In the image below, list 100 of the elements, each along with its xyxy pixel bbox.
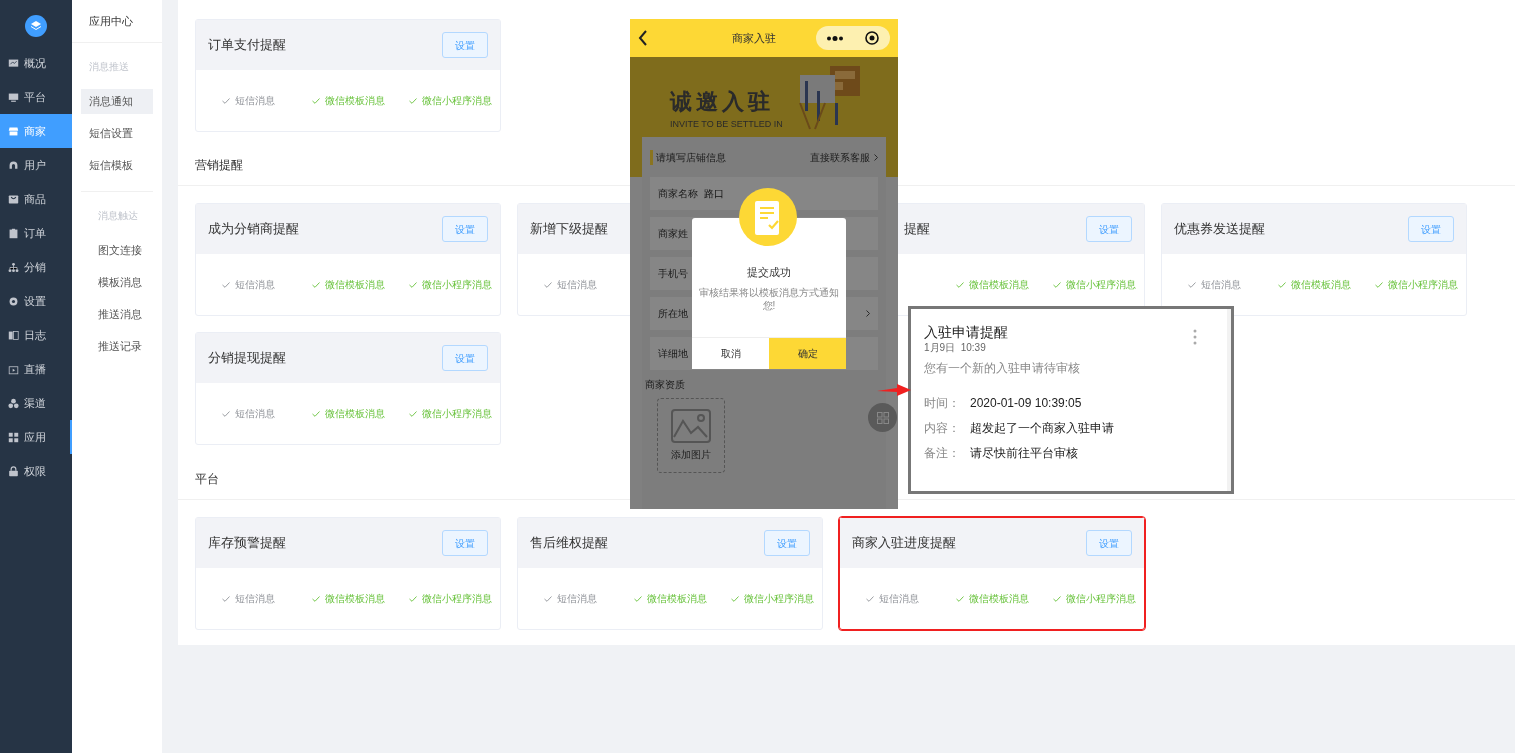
lock-icon bbox=[8, 465, 19, 477]
sidebar-item[interactable]: 平台 bbox=[0, 80, 72, 114]
check-icon bbox=[731, 595, 739, 602]
settings-icon bbox=[8, 295, 19, 307]
sidebar-item[interactable]: 商品 bbox=[0, 182, 72, 216]
channel-label: 微信模板消息 bbox=[956, 277, 1053, 292]
field-label: 所在地 bbox=[658, 307, 688, 321]
check-icon bbox=[312, 595, 320, 602]
sidebar-item[interactable]: 分销 bbox=[0, 250, 72, 284]
channel-label: 短信消息 bbox=[222, 277, 312, 292]
check-icon bbox=[1278, 281, 1286, 288]
sidebar-item[interactable]: 概况 bbox=[0, 46, 72, 80]
card-title: 分销提现提醒 bbox=[208, 349, 286, 368]
check-icon bbox=[222, 281, 230, 288]
card-title: 成为分销商提醒 bbox=[208, 220, 299, 239]
channel-label: 短信消息 bbox=[222, 93, 312, 108]
check-icon bbox=[956, 595, 964, 602]
submenu-item[interactable]: 推送消息 bbox=[90, 302, 144, 327]
channel-label: 微信模板消息 bbox=[634, 591, 731, 606]
banner-title: 诚邀入驻 bbox=[670, 88, 775, 116]
check-icon bbox=[312, 281, 320, 288]
contact-link[interactable]: 直接联系客服 bbox=[810, 149, 878, 165]
sidebar-item[interactable]: 用户 bbox=[0, 148, 72, 182]
channel-label: 微信模板消息 bbox=[1278, 277, 1375, 292]
back-icon[interactable] bbox=[638, 30, 648, 46]
channel-label: 微信小程序消息 bbox=[1053, 277, 1144, 292]
video-icon bbox=[8, 363, 19, 375]
sidebar-item[interactable]: 权限 bbox=[0, 454, 72, 488]
check-icon bbox=[222, 595, 230, 602]
field-value: 请尽快前往平台审核 bbox=[970, 445, 1078, 462]
channel-label: 短信消息 bbox=[544, 277, 634, 292]
field-label: 详细地 bbox=[658, 347, 688, 361]
banner-subtitle: INVITE TO BE SETTLED IN bbox=[670, 118, 783, 131]
more-icon[interactable] bbox=[827, 35, 843, 41]
field-label: 时间： bbox=[924, 395, 961, 412]
form-heading: 请填写店铺信息 bbox=[650, 149, 726, 165]
channel-label: 微信模板消息 bbox=[312, 591, 409, 606]
channel-label: 微信模板消息 bbox=[956, 591, 1053, 606]
submenu-item[interactable]: 模板消息 bbox=[90, 270, 144, 295]
submenu-item[interactable]: 图文连接 bbox=[90, 238, 144, 263]
check-icon bbox=[956, 281, 964, 288]
clipboard-icon bbox=[8, 227, 19, 239]
field-value: 超发起了一个商家入驻申请 bbox=[970, 420, 1114, 437]
field-value: 2020-01-09 10:39:05 bbox=[970, 395, 1082, 412]
submenu-item[interactable]: 短信设置 bbox=[81, 121, 153, 146]
chevron-icon bbox=[866, 310, 870, 317]
sidebar-item[interactable]: 渠道 bbox=[0, 386, 72, 420]
check-icon bbox=[1053, 281, 1061, 288]
channel-label: 微信小程序消息 bbox=[409, 406, 500, 421]
card-title: 订单支付提醒 bbox=[208, 36, 286, 55]
confirm-button[interactable]: 确定 bbox=[769, 338, 846, 369]
check-icon bbox=[312, 97, 320, 104]
card-title: 售后维权提醒 bbox=[530, 534, 608, 553]
dialog-title: 提交成功 bbox=[747, 265, 791, 280]
check-icon bbox=[409, 97, 417, 104]
card-title: 新增下级提醒 bbox=[530, 220, 608, 239]
logo-icon bbox=[25, 15, 47, 37]
store-icon bbox=[8, 125, 19, 137]
hierarchy-icon bbox=[8, 261, 19, 273]
section-heading: 平台 bbox=[195, 471, 219, 488]
sidebar-item[interactable]: 直播 bbox=[0, 352, 72, 386]
card-title: 库存预警提醒 bbox=[208, 534, 286, 553]
field-label: 内容： bbox=[924, 420, 961, 437]
channel-label: 微信模板消息 bbox=[312, 277, 409, 292]
capsule-menu[interactable] bbox=[816, 26, 890, 50]
upload-button[interactable]: 添加图片 bbox=[657, 398, 725, 473]
sidebar-item[interactable]: 日志 bbox=[0, 318, 72, 352]
submenu-item[interactable]: 消息通知 bbox=[81, 89, 153, 114]
headset-icon bbox=[8, 159, 19, 171]
notification-summary: 您有一个新的入驻申请待审核 bbox=[924, 360, 1081, 377]
channel-label: 微信模板消息 bbox=[312, 93, 409, 108]
monitor-icon bbox=[8, 91, 19, 103]
field-label: 备注： bbox=[924, 445, 961, 462]
card-title: 商家入驻进度提醒 bbox=[852, 534, 956, 553]
check-icon bbox=[1053, 595, 1061, 602]
check-icon bbox=[634, 595, 642, 602]
channel-label: 微信模板消息 bbox=[312, 406, 409, 421]
notification-title: 入驻申请提醒 bbox=[924, 323, 1008, 341]
sidebar-item[interactable]: 设置 bbox=[0, 284, 72, 318]
submenu-item[interactable]: 短信模板 bbox=[81, 153, 153, 178]
field-label: 手机号 bbox=[658, 267, 688, 281]
arrow-icon bbox=[877, 383, 911, 397]
sidebar-item[interactable]: 订单 bbox=[0, 216, 72, 250]
grid-icon bbox=[8, 431, 19, 443]
circles-icon bbox=[8, 397, 19, 409]
field-value: 路口 bbox=[704, 187, 724, 201]
channel-label: 微信小程序消息 bbox=[409, 93, 500, 108]
channel-label: 微信小程序消息 bbox=[1375, 277, 1466, 292]
notification-time: 1月9日 10:39 bbox=[924, 341, 986, 355]
chart-icon bbox=[8, 57, 19, 69]
check-icon bbox=[312, 410, 320, 417]
section-heading: 营销提醒 bbox=[195, 157, 243, 174]
chevron-icon bbox=[874, 153, 878, 161]
check-icon bbox=[222, 97, 230, 104]
submenu-item[interactable]: 推送记录 bbox=[90, 334, 144, 359]
channel-label: 短信消息 bbox=[222, 591, 312, 606]
card-title: 提醒 bbox=[903, 220, 930, 239]
upload-label: 商家资质 bbox=[644, 378, 686, 392]
check-icon bbox=[544, 281, 552, 288]
channel-label: 微信小程序消息 bbox=[409, 277, 500, 292]
